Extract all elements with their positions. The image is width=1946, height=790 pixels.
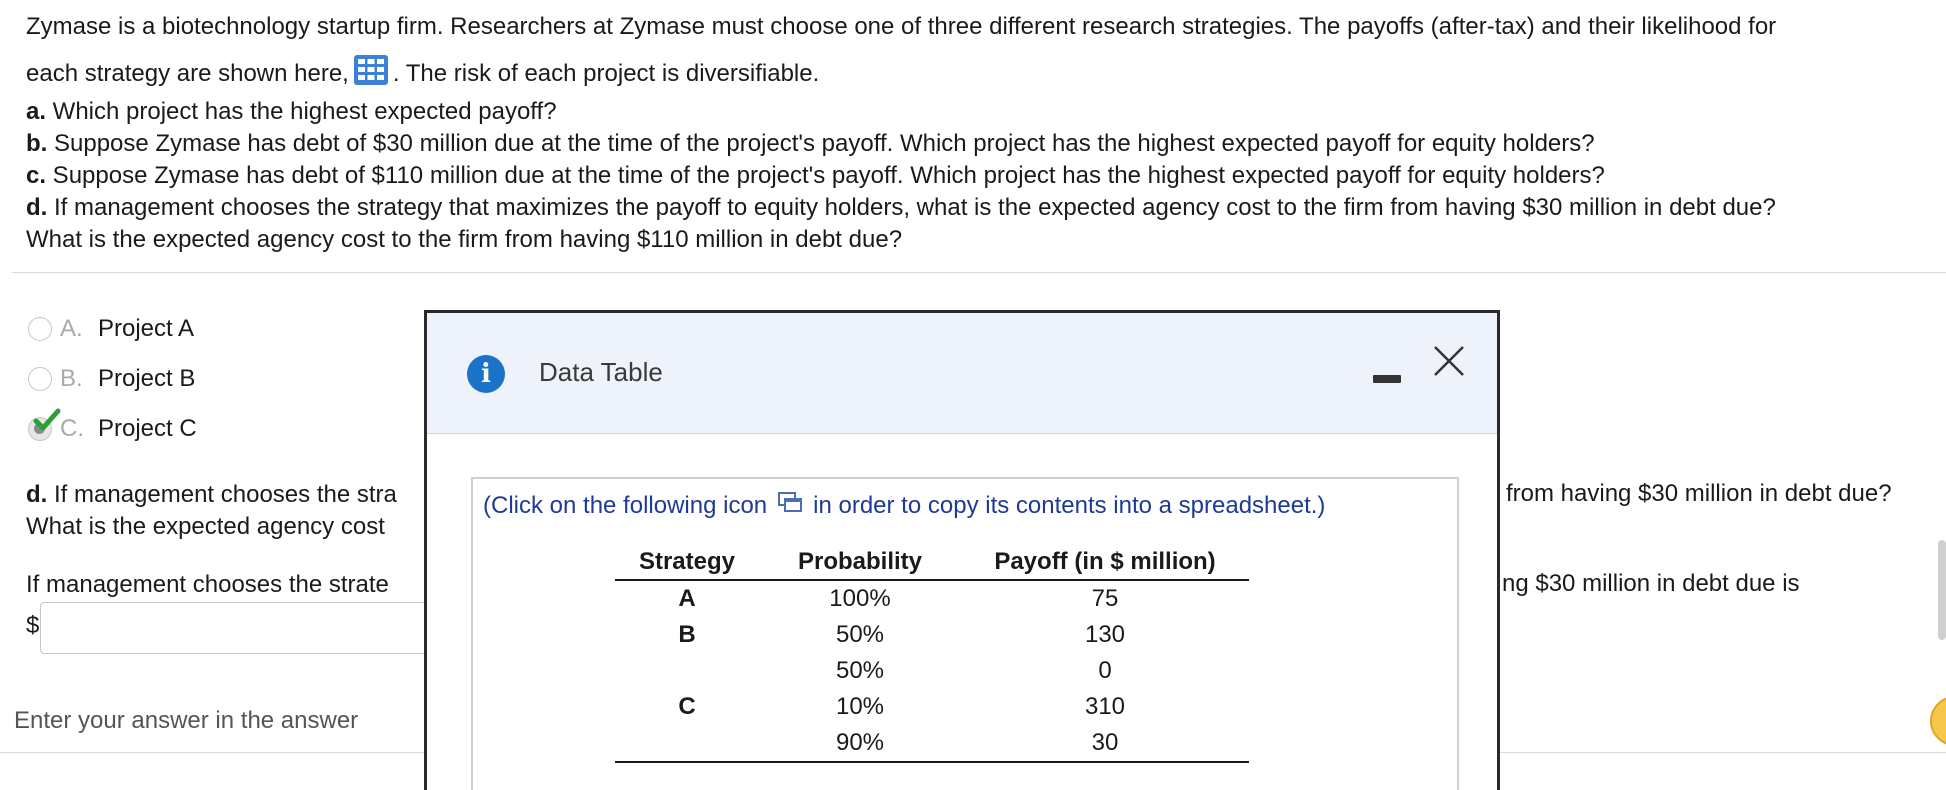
- question-part-d: d. If management chooses the strategy th…: [26, 193, 1776, 223]
- option-label: Project C: [98, 415, 197, 442]
- strategy-cell: A: [678, 585, 696, 612]
- strategy-cell: [615, 653, 759, 689]
- strategy-cell: B: [678, 621, 696, 648]
- strategy-cell: [615, 725, 759, 763]
- table-row: B 50% 130: [615, 617, 1249, 653]
- answer-prompt-right: ng $30 million in debt due is: [1502, 570, 1800, 597]
- minimize-icon: [1373, 375, 1401, 383]
- close-button[interactable]: [1429, 341, 1469, 381]
- data-table-container: (Click on the following icon in order to…: [471, 477, 1459, 790]
- column-header: Strategy: [615, 545, 759, 581]
- table-row: C 10% 310: [615, 689, 1249, 725]
- option-label: Project A: [98, 315, 195, 342]
- part-d-question-right: from having $30 million in debt due?: [1506, 480, 1892, 507]
- currency-symbol: $: [26, 612, 40, 639]
- radio-icon[interactable]: [28, 367, 52, 391]
- option-letter: B.: [60, 365, 83, 392]
- table-row: 50% 0: [615, 653, 1249, 689]
- strategy-cell: C: [678, 693, 696, 720]
- question-line-2-end: . The risk of each project is diversifia…: [392, 60, 820, 87]
- part-d-text-left: If management chooses the stra: [47, 481, 397, 508]
- radio-selected-icon[interactable]: [28, 408, 61, 441]
- info-icon: i: [467, 355, 505, 393]
- part-d-text: If management chooses the strategy that …: [47, 194, 1776, 221]
- option-project-c[interactable]: C. Project C: [28, 408, 197, 446]
- table-row: 90% 30: [615, 725, 1249, 763]
- answer-hint: Enter your answer in the answer: [14, 707, 359, 734]
- question-part-a: a. Which project has the highest expecte…: [26, 97, 557, 127]
- payoff-cell: 130: [1084, 621, 1126, 648]
- question-line-1: Zymase is a biotechnology startup firm. …: [26, 13, 1777, 40]
- close-icon: [1434, 346, 1464, 376]
- checkmark-icon: [33, 408, 61, 431]
- part-c-label: c.: [26, 162, 47, 189]
- radio-icon[interactable]: [28, 317, 52, 341]
- part-b-label: b.: [26, 130, 48, 157]
- option-letter: C.: [60, 415, 84, 442]
- payoff-cell: 0: [1098, 657, 1112, 684]
- part-d-question-left: d. If management chooses the stra: [26, 480, 397, 510]
- part-d-question-left-line-2: What is the expected agency cost: [26, 513, 385, 540]
- probability-cell: 50%: [835, 621, 885, 648]
- copy-to-spreadsheet-icon[interactable]: [777, 491, 803, 520]
- part-a-label: a.: [26, 98, 47, 125]
- agency-cost-30m-input[interactable]: [40, 602, 450, 654]
- table-row: A 100% 75: [615, 580, 1249, 617]
- modal-title: Data Table: [539, 357, 663, 387]
- question-part-b: b. Suppose Zymase has debt of $30 millio…: [26, 129, 1595, 159]
- probability-cell: 90%: [759, 725, 961, 763]
- probability-cell: 50%: [835, 657, 885, 684]
- question-line-2-start: each strategy are shown here,: [26, 60, 349, 87]
- payoff-table: Strategy Probability Payoff (in $ millio…: [615, 545, 1249, 763]
- minimize-button[interactable]: [1373, 363, 1403, 393]
- option-project-a[interactable]: A. Project A: [28, 312, 194, 346]
- modal-header: i Data Table: [427, 313, 1497, 434]
- probability-cell: 10%: [835, 693, 885, 720]
- option-label: Project B: [98, 365, 196, 392]
- scrollbar-thumb[interactable]: [1938, 540, 1946, 640]
- payoff-cell: 30: [961, 725, 1249, 763]
- part-a-text: Which project has the highest expected p…: [46, 98, 557, 125]
- question-line-2: each strategy are shown here, . The risk…: [26, 54, 819, 94]
- question-part-d-line-2: What is the expected agency cost to the …: [26, 226, 903, 253]
- answer-prompt-left: If management chooses the strate: [26, 571, 389, 598]
- table-header-row: Strategy Probability Payoff (in $ millio…: [615, 545, 1249, 581]
- help-bubble-icon[interactable]: [1930, 696, 1946, 746]
- section-divider: [12, 272, 1946, 273]
- option-project-b[interactable]: B. Project B: [28, 362, 195, 396]
- data-table-grid-icon[interactable]: [353, 54, 389, 94]
- part-c-text: Suppose Zymase has debt of $110 million …: [46, 162, 1605, 189]
- part-d-label: d.: [26, 194, 48, 221]
- question-part-c: c. Suppose Zymase has debt of $110 milli…: [26, 161, 1605, 191]
- copy-instruction-start: (Click on the following icon: [483, 491, 768, 519]
- column-header: Probability: [759, 545, 961, 581]
- part-d-label: d.: [26, 481, 48, 508]
- copy-instruction: (Click on the following icon in order to…: [483, 491, 1325, 520]
- part-b-text: Suppose Zymase has debt of $30 million d…: [47, 130, 1595, 157]
- column-header: Payoff (in $ million): [961, 545, 1249, 581]
- data-table-modal: i Data Table (Click on the following ico…: [424, 310, 1500, 790]
- payoff-cell: 310: [1084, 693, 1126, 720]
- probability-cell: 100%: [829, 585, 891, 612]
- option-letter: A.: [60, 315, 83, 342]
- payoff-cell: 75: [1091, 585, 1119, 612]
- copy-instruction-end: in order to copy its contents into a spr…: [813, 491, 1326, 519]
